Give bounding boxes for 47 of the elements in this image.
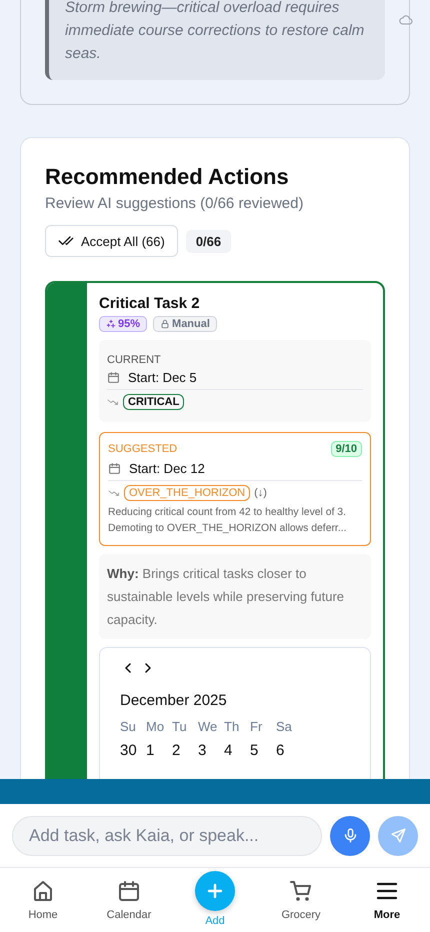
microphone-button[interactable] bbox=[330, 816, 370, 856]
why-text: Why: Brings critical tasks closer to sustainable levels while preserving future capacity. bbox=[99, 554, 371, 639]
home-icon bbox=[31, 879, 55, 903]
calendar-day[interactable]: 6 bbox=[276, 742, 302, 759]
calendar-icon bbox=[107, 371, 120, 384]
nav-tab[interactable]: More bbox=[344, 868, 430, 932]
weekday-label: Fr bbox=[250, 719, 264, 734]
calendar-day[interactable]: 2 bbox=[172, 742, 198, 759]
calendar-day[interactable]: 4 bbox=[224, 742, 250, 759]
calendar-day[interactable]: 30 bbox=[120, 742, 146, 759]
mode-badge: Manual bbox=[153, 316, 217, 332]
weekday-label: We bbox=[198, 719, 218, 734]
priority-badge: OVER_THE_HORIZON bbox=[124, 485, 250, 501]
calendar-icon bbox=[117, 879, 141, 903]
reason-text: Reducing critical count from 42 to healthy level of 3. Demoting to OVER_THE_HORIZON allows deferr... bbox=[108, 506, 348, 536]
calendar-day[interactable]: 1 bbox=[146, 742, 172, 759]
calendar-day[interactable]: 3 bbox=[198, 742, 224, 759]
score-badge: 9/10 bbox=[330, 441, 362, 457]
sparkle-icon bbox=[106, 319, 116, 329]
task-title: Critical Task 2 bbox=[99, 295, 201, 312]
nav-tab[interactable]: Grocery bbox=[258, 868, 344, 932]
chat-input-field[interactable]: Add task, ask Kaia, or speak... bbox=[12, 816, 322, 856]
weekday-label: Tu bbox=[172, 719, 188, 734]
weekday-label: Sa bbox=[276, 719, 293, 734]
month-title: December 2025 bbox=[120, 692, 228, 709]
direction-text: (↓) bbox=[254, 487, 267, 499]
nav-tab[interactable]: Home bbox=[0, 868, 86, 932]
nav-tab[interactable]: Calendar bbox=[86, 868, 172, 932]
start-date: Start: Dec 12 bbox=[129, 461, 205, 476]
section-subtitle: Review AI suggestions (0/66 reviewed) bbox=[45, 195, 304, 212]
calendar-icon bbox=[108, 462, 121, 475]
quote-text: Storm brewing—critical overload requires immediate course corrections to restore calm seas. bbox=[45, 0, 385, 80]
cart-icon bbox=[289, 879, 313, 903]
weekday-label: Su bbox=[120, 719, 137, 734]
accept-all-button[interactable]: Accept All (66) bbox=[45, 225, 178, 257]
send-icon bbox=[390, 827, 406, 844]
confidence-badge: 95% bbox=[99, 316, 148, 332]
block-label: CURRENT bbox=[107, 354, 161, 366]
block-label: SUGGESTED bbox=[108, 443, 178, 455]
weekday-label: Mo bbox=[146, 719, 166, 734]
progress-badge: 0/66 bbox=[186, 230, 232, 252]
start-date: Start: Dec 5 bbox=[128, 370, 197, 385]
calendar-day[interactable]: 5 bbox=[250, 742, 276, 759]
section-title: Recommended Actions bbox=[45, 164, 290, 190]
priority-badge: CRITICAL bbox=[123, 394, 184, 410]
lock-icon bbox=[160, 319, 170, 329]
weekday-label: Th bbox=[224, 719, 240, 734]
